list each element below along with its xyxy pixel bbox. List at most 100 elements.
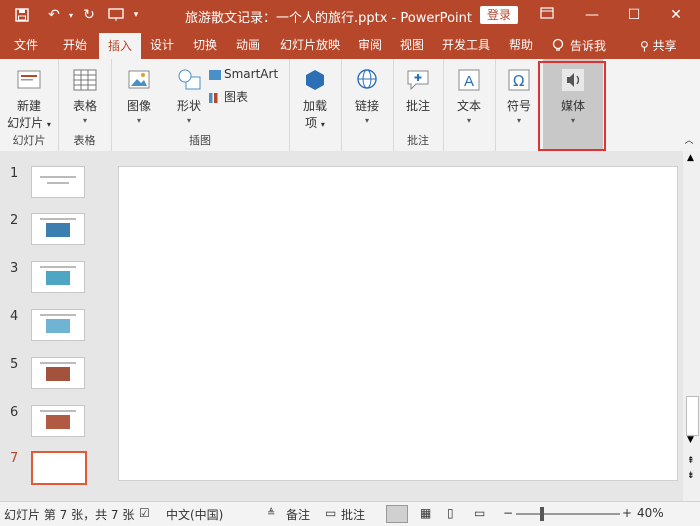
login-button[interactable]: 登录 <box>480 6 518 24</box>
maximize-icon[interactable]: ☐ <box>624 6 644 24</box>
window-title: 旅游散文记录：一个人的旅行.pptx - PowerPoint <box>185 11 472 26</box>
tab-transitions[interactable]: 切换 <box>186 31 224 59</box>
present-icon[interactable] <box>106 6 126 24</box>
comments-button[interactable]: 批注 <box>341 506 365 523</box>
slideshow-view-icon[interactable]: ▭ <box>474 506 485 520</box>
media-highlight-box <box>538 61 606 151</box>
spellcheck-icon[interactable]: ☑ <box>139 506 150 520</box>
notes-button[interactable]: 备注 <box>286 506 310 523</box>
new-slide-icon <box>16 67 42 93</box>
tab-slideshow[interactable]: 幻灯片放映 <box>274 31 346 59</box>
status-bar: 幻灯片 第 7 张，共 7 张 ☑ 中文(中国) ≜ 备注 ▭ 批注 ▦ ▯ ▭… <box>0 501 700 526</box>
person-icon: ⚲ <box>640 39 649 53</box>
addins-button[interactable]: 加载 项 ▾ <box>295 67 335 131</box>
smartart-icon <box>209 69 221 80</box>
chart-button[interactable]: 图表 <box>209 88 283 105</box>
new-slide-button[interactable]: 新建 幻灯片 ▾ <box>4 67 54 131</box>
scroll-down-icon[interactable]: ▼ <box>687 435 694 445</box>
slide-count-status: 幻灯片 第 7 张，共 7 张 <box>4 508 135 522</box>
zoom-out-icon[interactable]: − <box>503 506 513 520</box>
tab-animations[interactable]: 动画 <box>229 31 267 59</box>
slide-editor <box>103 151 683 501</box>
vertical-scrollbar[interactable]: ▲ ▼ ⇞ ⇟ <box>683 151 700 501</box>
group-comments: 批注 批注 <box>393 59 444 151</box>
close-icon[interactable]: ✕ <box>666 6 686 24</box>
slide-number: 5 <box>10 357 19 372</box>
tell-me-box[interactable]: 告诉我 <box>552 37 606 54</box>
next-slide-icon[interactable]: ⇟ <box>687 471 695 481</box>
slide-thumbnail <box>31 357 85 389</box>
reading-view-icon[interactable]: ▯ <box>447 506 454 520</box>
slide-sorter-icon[interactable]: ▦ <box>420 506 431 520</box>
link-label: 链接 <box>354 99 379 113</box>
slide-thumbnail-pane: 1 2 3 4 5 6 7 <box>0 151 103 501</box>
table-button[interactable]: 表格 ▾ <box>66 67 104 125</box>
collapse-ribbon-icon[interactable]: ︿ <box>682 133 696 146</box>
shapes-label: 形状 <box>176 99 201 113</box>
redo-icon[interactable]: ↻ <box>80 6 98 24</box>
table-label: 表格 <box>72 99 97 113</box>
tab-review[interactable]: 审阅 <box>352 31 388 59</box>
tab-design[interactable]: 设计 <box>143 31 181 59</box>
slide-thumbnail <box>31 309 85 341</box>
group-comments-label: 批注 <box>407 134 429 147</box>
undo-dropdown-icon[interactable]: ▾ <box>66 6 76 24</box>
undo-icon[interactable]: ↶ <box>42 6 66 24</box>
tab-insert[interactable]: 插入 <box>99 33 141 59</box>
zoom-level[interactable]: 40% <box>637 506 664 520</box>
share-button[interactable]: ⚲ 共享 <box>640 37 677 54</box>
save-icon[interactable] <box>12 6 32 24</box>
comment-button[interactable]: 批注 <box>398 67 438 114</box>
slide-thumbnail <box>31 405 85 437</box>
smartart-label: SmartArt <box>224 67 279 81</box>
shapes-button[interactable]: 形状 ▾ <box>167 67 211 125</box>
group-slides-label: 幻灯片 <box>12 134 46 147</box>
tell-me-label: 告诉我 <box>570 39 607 53</box>
previous-slide-icon[interactable]: ⇞ <box>687 456 695 466</box>
current-slide-canvas[interactable] <box>118 166 678 481</box>
ribbon-display-icon[interactable] <box>537 6 557 24</box>
link-button[interactable]: 链接 ▾ <box>347 67 387 125</box>
customize-quick-access-icon[interactable]: ▾ <box>130 6 142 24</box>
normal-view-icon[interactable] <box>386 505 408 523</box>
new-slide-label: 新建 <box>16 99 41 113</box>
tab-developer[interactable]: 开发工具 <box>436 31 496 59</box>
smartart-button[interactable]: SmartArt <box>209 67 283 81</box>
symbol-dropdown-icon: ▾ <box>516 116 521 125</box>
slide-thumbnail <box>31 166 85 198</box>
comment-label: 批注 <box>405 99 430 113</box>
addins-label: 加载 <box>302 99 327 113</box>
images-button[interactable]: 图像 ▾ <box>117 67 161 125</box>
scroll-up-icon[interactable]: ▲ <box>687 153 694 163</box>
zoom-slider-thumb[interactable] <box>540 507 544 521</box>
comments-status-icon[interactable]: ▭ <box>325 506 336 520</box>
scroll-thumb[interactable] <box>686 396 699 436</box>
group-tables-label: 表格 <box>73 134 96 147</box>
symbol-button[interactable]: Ω 符号 ▾ <box>499 67 539 125</box>
text-dropdown-icon: ▾ <box>466 116 471 125</box>
tab-help[interactable]: 帮助 <box>503 31 539 59</box>
zoom-slider[interactable] <box>516 513 620 515</box>
slide-number: 7 <box>10 451 19 466</box>
slide-thumbnail-current <box>31 451 87 485</box>
minimize-icon[interactable]: — <box>582 6 602 24</box>
text-icon: A <box>456 67 482 93</box>
slide-number: 4 <box>10 309 19 324</box>
ribbon-tab-bar: 文件 开始 插入 设计 切换 动画 幻灯片放映 审阅 视图 开发工具 帮助 告诉… <box>0 31 700 59</box>
table-icon <box>72 67 98 93</box>
tab-view[interactable]: 视图 <box>394 31 430 59</box>
tab-home[interactable]: 开始 <box>56 31 94 59</box>
language-status[interactable]: 中文(中国) <box>166 506 223 523</box>
slide-number: 2 <box>10 213 19 228</box>
group-links: 链接 ▾ <box>341 59 394 151</box>
zoom-in-icon[interactable]: + <box>622 506 632 520</box>
text-label: 文本 <box>456 99 481 113</box>
tab-file[interactable]: 文件 <box>6 31 46 59</box>
slide-thumbnail <box>31 261 85 293</box>
omega-icon: Ω <box>506 67 532 93</box>
text-button[interactable]: A 文本 ▾ <box>449 67 489 125</box>
shapes-icon <box>176 67 202 93</box>
title-bar: ↶ ▾ ↻ ▾ 旅游散文记录：一个人的旅行.pptx - PowerPoint … <box>0 0 700 31</box>
svg-text:Ω: Ω <box>513 72 524 90</box>
notes-icon[interactable]: ≜ <box>267 508 275 519</box>
